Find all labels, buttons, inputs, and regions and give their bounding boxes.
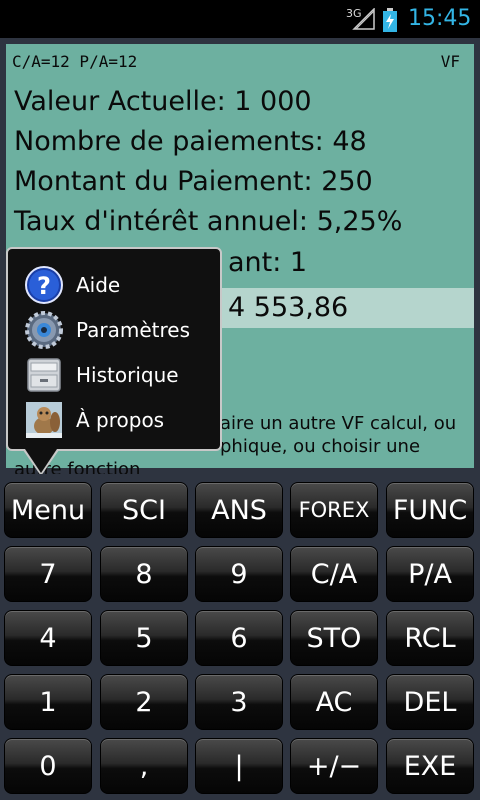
key-comma[interactable]: , xyxy=(100,738,188,794)
key-8[interactable]: 8 xyxy=(100,546,188,602)
key-del[interactable]: DEL xyxy=(386,674,474,730)
help-icon: ? xyxy=(25,266,63,304)
status-bar: 3G 15:45 xyxy=(0,0,480,38)
key-6[interactable]: 6 xyxy=(195,610,283,666)
menu-pointer xyxy=(25,449,57,473)
signal-icon xyxy=(352,8,375,30)
key-1[interactable]: 1 xyxy=(4,674,92,730)
key-rcl[interactable]: RCL xyxy=(386,610,474,666)
key-5[interactable]: 5 xyxy=(100,610,188,666)
menu-item-a-propos[interactable]: À propos xyxy=(20,398,216,442)
key-7[interactable]: 7 xyxy=(4,546,92,602)
gear-icon xyxy=(25,311,63,349)
key-sto[interactable]: STO xyxy=(290,610,378,666)
key-exe[interactable]: EXE xyxy=(386,738,474,794)
result-value: 4 553,86 xyxy=(228,292,349,323)
display-line: Valeur Actuelle: 1 000 xyxy=(14,86,312,117)
battery-icon xyxy=(383,8,397,32)
menu-item-label: Historique xyxy=(76,363,179,387)
display-line: ant: 1 xyxy=(228,247,308,278)
display-line: Montant du Paiement: 250 xyxy=(14,166,373,197)
key-separator[interactable]: | xyxy=(195,738,283,794)
mode-indicator: C/A=12 P/A=12 xyxy=(12,52,138,71)
key-9[interactable]: 9 xyxy=(195,546,283,602)
menu-item-label: Aide xyxy=(76,273,121,297)
key-3[interactable]: 3 xyxy=(195,674,283,730)
key-0[interactable]: 0 xyxy=(4,738,92,794)
menu-item-parametres[interactable]: Paramètres xyxy=(20,308,216,352)
function-indicator: VF xyxy=(440,52,460,71)
key-4[interactable]: 4 xyxy=(4,610,92,666)
key-p-a[interactable]: P/A xyxy=(386,546,474,602)
display-line: Nombre de paiements: 48 xyxy=(14,126,367,157)
key-sci[interactable]: SCI xyxy=(100,482,188,538)
key-func[interactable]: FUNC xyxy=(386,482,474,538)
about-icon xyxy=(26,402,62,438)
options-menu: ? Aide Paramètres Historique À propos xyxy=(6,247,222,451)
menu-item-aide[interactable]: ? Aide xyxy=(20,263,216,307)
key-ans[interactable]: ANS xyxy=(195,482,283,538)
key-ac[interactable]: AC xyxy=(290,674,378,730)
svg-text:?: ? xyxy=(37,272,51,300)
menu-item-label: Paramètres xyxy=(76,318,191,342)
clock: 15:45 xyxy=(408,6,472,31)
key-menu[interactable]: Menu xyxy=(4,482,92,538)
key-c-a[interactable]: C/A xyxy=(290,546,378,602)
key-plus-minus[interactable]: +/− xyxy=(290,738,378,794)
key-2[interactable]: 2 xyxy=(100,674,188,730)
menu-item-historique[interactable]: Historique xyxy=(20,353,216,397)
history-icon xyxy=(27,358,61,392)
menu-item-label: À propos xyxy=(76,408,165,432)
keypad: Menu SCI ANS FOREX FUNC 7 8 9 C/A P/A 4 … xyxy=(0,474,480,800)
display-line: Taux d'intérêt annuel: 5,25% xyxy=(14,206,403,237)
key-forex[interactable]: FOREX xyxy=(290,482,378,538)
